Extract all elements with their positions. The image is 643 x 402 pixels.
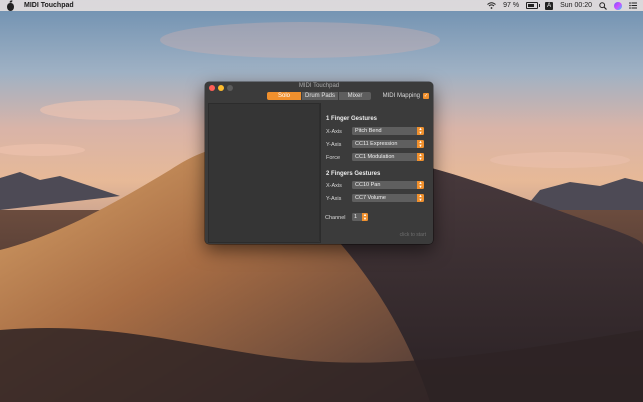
one-finger-y-axis-popup[interactable]: CC11 Expression ▲ ▼ (352, 140, 424, 148)
menu-bar: MIDI Touchpad 97 % A Sun 00:20 (0, 0, 643, 11)
app-menu[interactable]: MIDI Touchpad (24, 0, 74, 11)
popup-value: Pitch Bend (355, 128, 382, 134)
midi-mapping-label: MIDI Mapping (382, 93, 420, 99)
chevron-updown-icon: ▲ ▼ (362, 212, 368, 221)
battery-percentage: 97 % (503, 2, 520, 9)
gesture-settings-panel: 1 Finger Gestures X-Axis Pitch Bend ▲ ▼ Y… (319, 103, 430, 241)
chevron-updown-icon: ▲ ▼ (417, 180, 424, 189)
clock[interactable]: Sun 00:20 (560, 0, 592, 11)
midi-mapping-toggle[interactable]: MIDI Mapping ✓ (383, 93, 429, 99)
popup-value: CC10 Pan (355, 182, 381, 188)
channel-value: 1 (354, 214, 358, 220)
chevron-updown-icon: ▲ ▼ (417, 126, 424, 135)
two-fingers-y-axis-label: Y-Axis (326, 196, 342, 202)
touchpad-area[interactable] (208, 103, 321, 243)
two-fingers-x-axis-popup[interactable]: CC10 Pan ▲ ▼ (352, 181, 424, 189)
battery-icon[interactable] (526, 2, 541, 9)
chevron-updown-icon: ▲ ▼ (417, 139, 424, 148)
one-finger-y-axis-label: Y-Axis (326, 142, 342, 148)
one-finger-force-label: Force (326, 155, 341, 161)
chevron-updown-icon: ▲ ▼ (417, 193, 424, 202)
tab-drum-pads[interactable]: Drum Pads (302, 92, 339, 100)
window-title: MIDI Touchpad (298, 83, 340, 89)
two-fingers-x-axis-label: X-Axis (326, 183, 342, 189)
spotlight-search-icon[interactable] (599, 1, 607, 10)
mode-segmented-control: Solo Drum Pads Mixer (267, 92, 371, 100)
popup-value: CC7 Volume (355, 195, 386, 201)
popup-value: CC11 Expression (355, 141, 398, 147)
siri-icon[interactable] (614, 1, 622, 10)
wifi-icon[interactable] (487, 2, 496, 9)
two-fingers-heading: 2 Fingers Gestures (326, 171, 381, 177)
click-to-start-hint: click to start (399, 232, 426, 238)
channel-label: Channel (325, 215, 346, 221)
one-finger-heading: 1 Finger Gestures (326, 116, 378, 122)
one-finger-x-axis-popup[interactable]: Pitch Bend ▲ ▼ (352, 127, 424, 135)
notification-center-icon[interactable] (629, 2, 637, 9)
midi-mapping-checkbox[interactable]: ✓ (423, 93, 429, 99)
popup-value: CC1 Modulation (355, 154, 395, 160)
apple-menu-icon[interactable] (7, 2, 14, 11)
two-fingers-y-axis-popup[interactable]: CC7 Volume ▲ ▼ (352, 194, 424, 202)
input-source-indicator[interactable]: A (545, 1, 554, 10)
tab-mixer[interactable]: Mixer (339, 92, 371, 100)
chevron-updown-icon: ▲ ▼ (417, 152, 424, 161)
midi-touchpad-window: MIDI Touchpad Solo Drum Pads Mixer MIDI … (205, 82, 433, 244)
tab-solo[interactable]: Solo (267, 92, 302, 100)
one-finger-x-axis-label: X-Axis (326, 129, 342, 135)
one-finger-force-popup[interactable]: CC1 Modulation ▲ ▼ (352, 153, 424, 161)
channel-popup[interactable]: 1 ▲ ▼ (352, 213, 368, 221)
